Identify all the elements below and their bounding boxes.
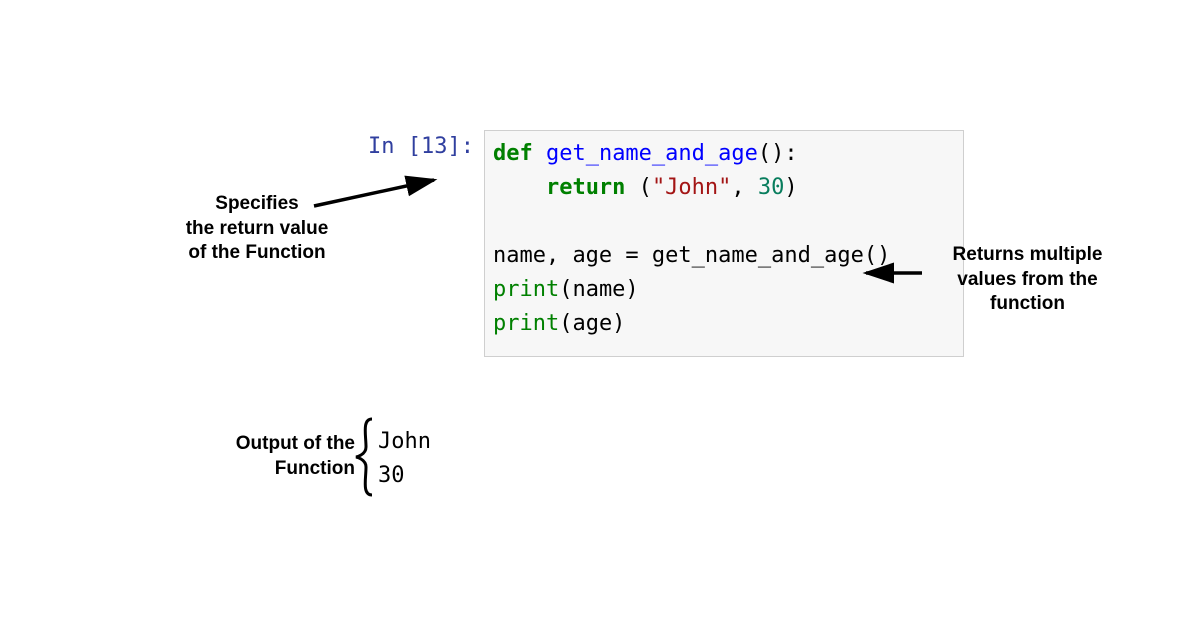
input-prompt: In [13]: [368, 130, 484, 163]
code-block: def get_name_and_age(): return ("John", … [484, 130, 964, 357]
output-block: John 30 [378, 425, 431, 493]
annotation-output: Output of theFunction [200, 432, 355, 481]
assignment-line: name, age = get_name_and_age() [493, 243, 890, 268]
keyword-return: return [546, 175, 625, 200]
builtin-print: print [493, 311, 559, 336]
string-literal: "John" [652, 175, 731, 200]
arrow-right-icon [862, 265, 932, 285]
number-literal: 30 [758, 175, 785, 200]
jupyter-code-cell: In [13]: def get_name_and_age(): return … [368, 130, 964, 357]
builtin-print: print [493, 277, 559, 302]
output-line-1: John [378, 425, 431, 459]
output-line-2: 30 [378, 459, 431, 493]
annotation-multiple-values: Returns multiplevalues from thefunction [930, 243, 1125, 317]
arrow-left-icon [314, 176, 454, 216]
function-name: get_name_and_age [533, 141, 758, 166]
keyword-def: def [493, 141, 533, 166]
brace-icon [352, 417, 376, 497]
